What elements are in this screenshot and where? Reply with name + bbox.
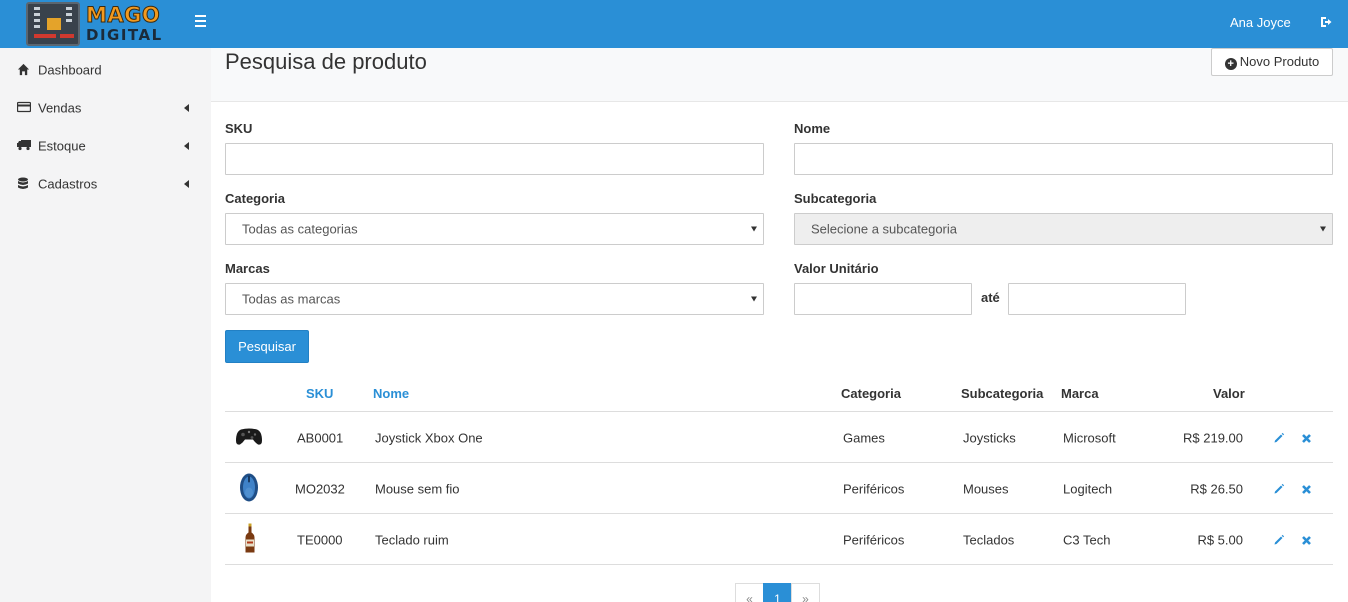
sign-out-icon[interactable] (1320, 16, 1334, 28)
mouse-image (239, 472, 259, 505)
delete-x-icon[interactable] (1301, 483, 1313, 495)
subcategoria-select[interactable]: Selecione a subcategoria (794, 213, 1333, 245)
sidebar-item-estoque[interactable]: Estoque (0, 127, 211, 165)
cell-categoria: Games (843, 430, 885, 445)
pagination-page-current[interactable]: 1 (763, 583, 792, 602)
sidebar-item-label: Estoque (38, 138, 86, 154)
pagination: « 1 » (735, 583, 820, 602)
column-header-sku[interactable]: SKU (306, 386, 333, 401)
user-name[interactable]: Ana Joyce (1230, 15, 1291, 30)
table-row: AB0001 Joystick Xbox One Games Joysticks… (225, 412, 1333, 463)
nome-input[interactable] (794, 143, 1333, 175)
main-content: Pesquisa de produto + Novo Produto SKU No… (211, 48, 1348, 602)
column-header-nome[interactable]: Nome (373, 386, 409, 401)
cell-marca: Microsoft (1063, 430, 1116, 445)
app-logo[interactable]: MAGO DIGITAL (26, 2, 161, 46)
top-navbar: MAGO DIGITAL Ana Joyce (0, 0, 1348, 48)
sidebar: Dashboard Vendas Estoque Cadastros (0, 48, 211, 602)
credit-card-icon (16, 101, 32, 115)
circuit-chip-icon (26, 2, 80, 46)
edit-pencil-icon[interactable] (1273, 432, 1285, 444)
cell-subcategoria: Joysticks (963, 430, 1016, 445)
dropdown-arrow-icon (751, 226, 757, 232)
subcategoria-label: Subcategoria (794, 191, 877, 206)
sidebar-item-dashboard[interactable]: Dashboard (0, 51, 211, 89)
caret-left-icon (184, 180, 189, 188)
sidebar-item-label: Vendas (38, 100, 82, 116)
cell-marca: Logitech (1063, 481, 1113, 496)
database-icon (17, 177, 31, 191)
dropdown-arrow-icon (751, 296, 757, 302)
sku-input[interactable] (225, 143, 764, 175)
cell-valor: R$ 5.00 (1197, 532, 1243, 547)
caret-left-icon (184, 104, 189, 112)
bottle-image (245, 523, 255, 556)
logo-text-mago: MAGO (85, 3, 161, 27)
sku-label: SKU (225, 121, 253, 136)
valor-unitario-label: Valor Unitário (794, 261, 879, 276)
categoria-select[interactable]: Todas as categorias (225, 213, 764, 245)
subcategoria-selected-value: Selecione a subcategoria (811, 221, 957, 237)
marcas-label: Marcas (225, 261, 270, 276)
categoria-selected-value: Todas as categorias (242, 221, 358, 237)
column-header-subcategoria: Subcategoria (961, 386, 1044, 401)
new-product-button[interactable]: + Novo Produto (1211, 48, 1333, 76)
sidebar-item-label: Cadastros (38, 176, 98, 192)
cell-categoria: Periféricos (843, 481, 905, 496)
ate-label: até (981, 290, 1000, 305)
cell-valor: R$ 219.00 (1183, 430, 1243, 445)
edit-pencil-icon[interactable] (1273, 534, 1285, 546)
cell-sku: MO2032 (295, 481, 345, 496)
gamepad-image (235, 426, 263, 449)
pagination-prev[interactable]: « (735, 583, 764, 602)
table-row: MO2032 Mouse sem fio Periféricos Mouses … (225, 463, 1333, 514)
cell-sku: TE0000 (297, 532, 343, 547)
logo-text-digital: DIGITAL (86, 26, 163, 44)
sidebar-item-label: Dashboard (38, 62, 102, 78)
cell-subcategoria: Teclados (963, 532, 1015, 547)
valor-min-input[interactable] (794, 283, 972, 315)
marcas-selected-value: Todas as marcas (242, 291, 341, 307)
cell-nome: Teclado ruim (375, 532, 449, 547)
dropdown-arrow-icon (1320, 226, 1326, 232)
page-header: Pesquisa de produto + Novo Produto (211, 48, 1348, 102)
sidebar-item-cadastros[interactable]: Cadastros (0, 165, 211, 203)
categoria-label: Categoria (225, 191, 285, 206)
marcas-select[interactable]: Todas as marcas (225, 283, 764, 315)
hamburger-icon[interactable] (195, 15, 209, 29)
cell-subcategoria: Mouses (963, 481, 1009, 496)
column-header-valor: Valor (1213, 386, 1245, 401)
nome-label: Nome (794, 121, 831, 136)
column-header-categoria: Categoria (841, 386, 901, 401)
table-row: TE0000 Teclado ruim Periféricos Teclados… (225, 514, 1333, 565)
caret-left-icon (184, 142, 189, 150)
cell-marca: C3 Tech (1063, 532, 1111, 547)
table-row-divider (225, 564, 1333, 565)
valor-max-input[interactable] (1008, 283, 1186, 315)
truck-icon (17, 139, 31, 153)
cell-nome: Mouse sem fio (375, 481, 460, 496)
home-icon (17, 63, 31, 77)
search-button[interactable]: Pesquisar (225, 330, 309, 363)
delete-x-icon[interactable] (1301, 534, 1313, 546)
cell-sku: AB0001 (297, 430, 344, 445)
delete-x-icon[interactable] (1301, 432, 1313, 444)
page-title: Pesquisa de produto (225, 49, 427, 74)
edit-pencil-icon[interactable] (1273, 483, 1285, 495)
cell-valor: R$ 26.50 (1190, 481, 1243, 496)
new-product-label: Novo Produto (1239, 54, 1320, 69)
cell-categoria: Periféricos (843, 532, 905, 547)
column-header-marca: Marca (1061, 386, 1099, 401)
plus-circle-icon: + (1224, 58, 1237, 70)
cell-nome: Joystick Xbox One (375, 430, 483, 445)
pagination-next[interactable]: » (791, 583, 820, 602)
sidebar-item-vendas[interactable]: Vendas (0, 89, 211, 127)
